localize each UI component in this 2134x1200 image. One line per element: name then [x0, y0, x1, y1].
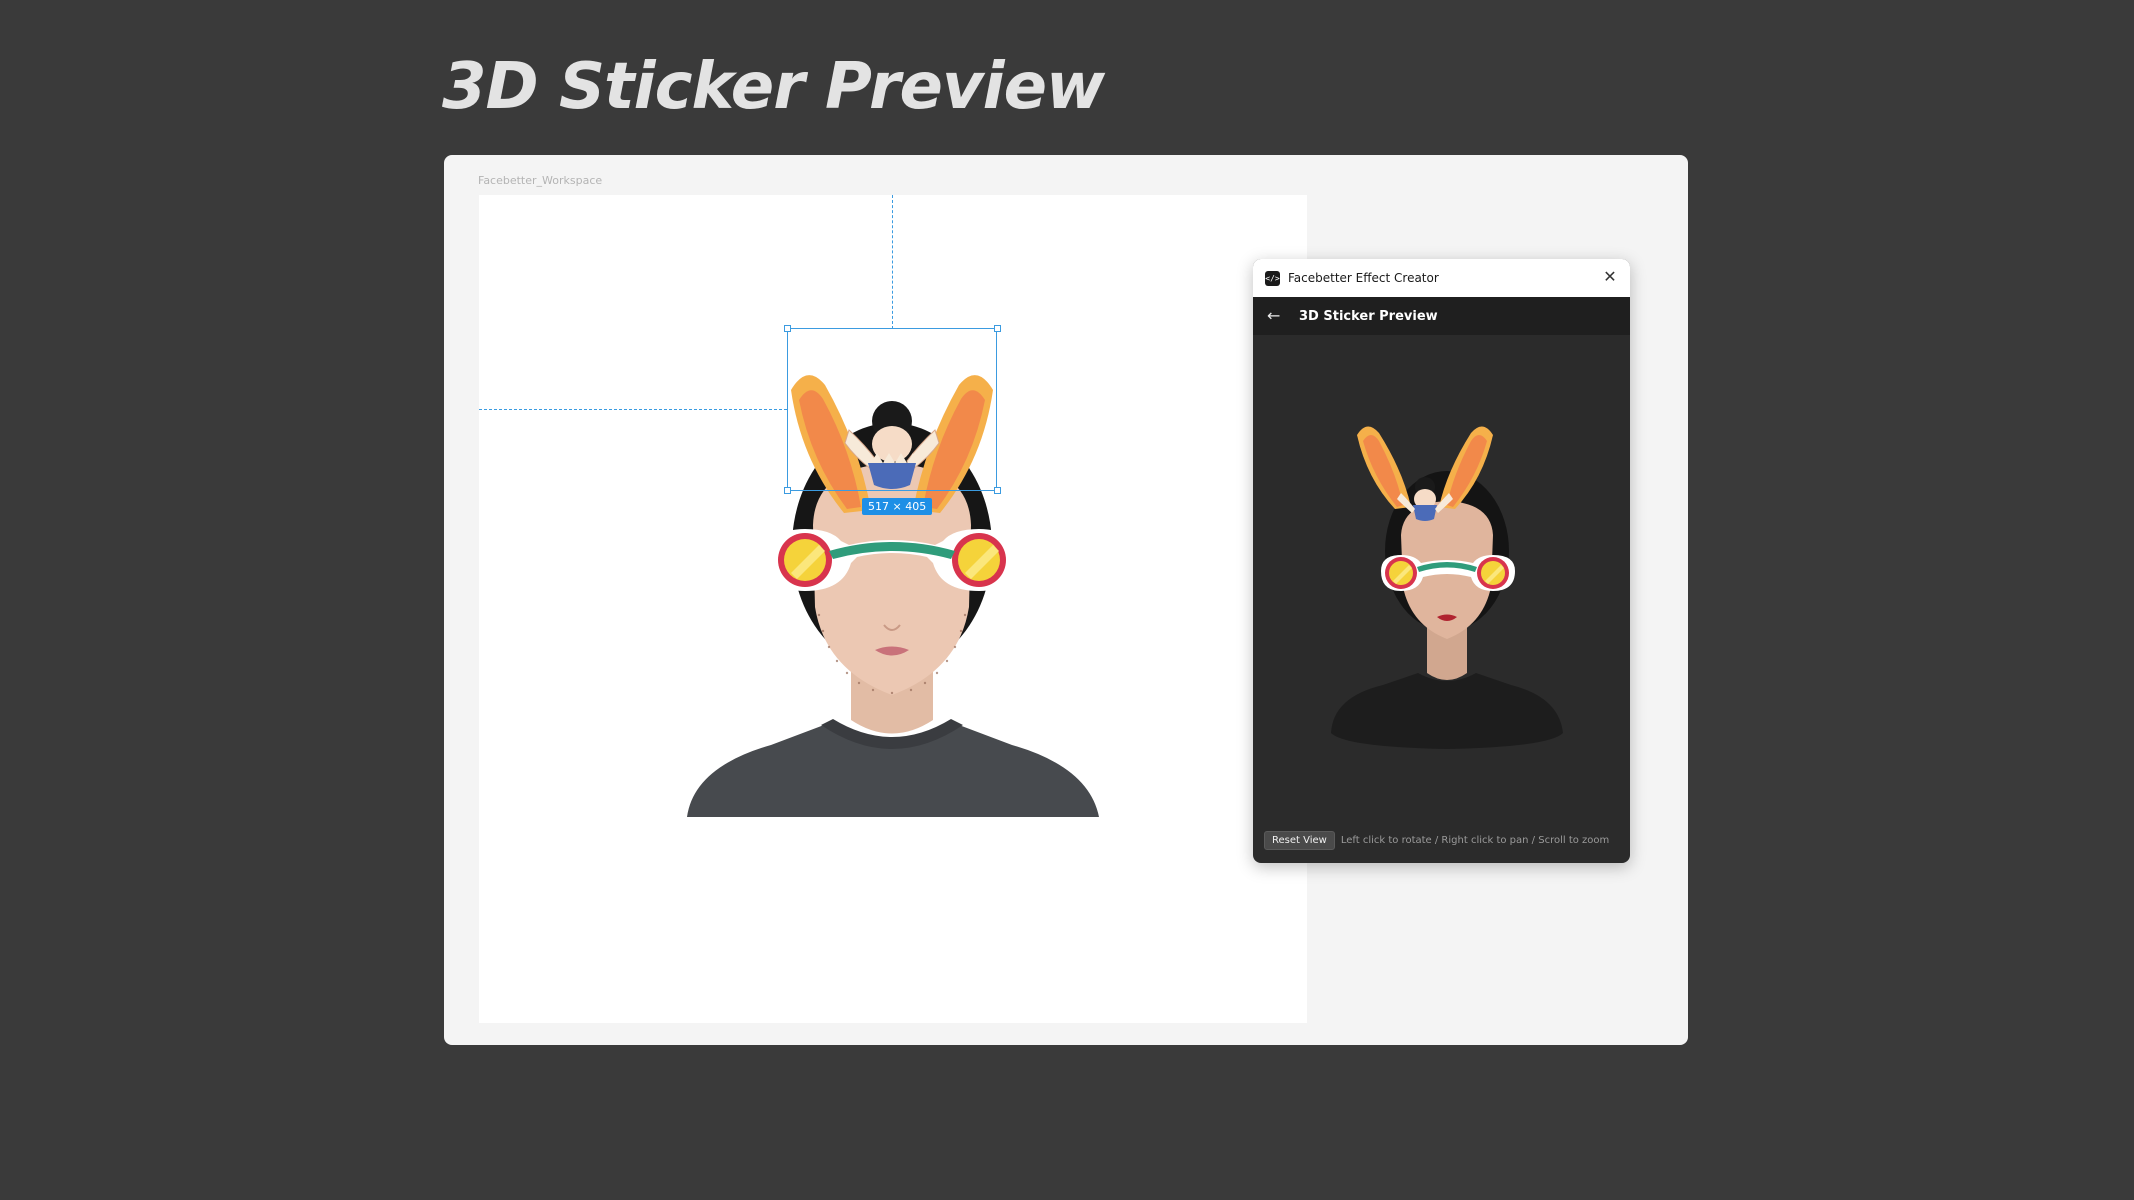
- 3d-avatar-preview: [1331, 426, 1563, 749]
- avatar-shoulders: [1331, 673, 1563, 749]
- reset-view-button[interactable]: Reset View: [1264, 830, 1335, 850]
- effect-creator-panel: </> Facebetter Effect Creator ✕ ← 3D Sti…: [1253, 259, 1630, 863]
- panel-titlebar: </> Facebetter Effect Creator ✕: [1253, 259, 1630, 297]
- frame-label[interactable]: Facebetter_Workspace: [478, 174, 602, 187]
- 3d-preview-viewport[interactable]: [1253, 335, 1630, 821]
- selection-dimensions-badge: 517 × 405: [862, 498, 933, 515]
- resize-handle-bottom-left[interactable]: [784, 487, 791, 494]
- resize-handle-bottom-right[interactable]: [994, 487, 1001, 494]
- code-app-icon: </>: [1265, 270, 1280, 286]
- panel-app-name: Facebetter Effect Creator: [1288, 271, 1439, 285]
- panel-footer: Reset View Left click to rotate / Right …: [1253, 827, 1630, 853]
- horizontal-guide-line: [479, 409, 787, 410]
- page-title: 3D Sticker Preview: [442, 50, 1105, 124]
- selection-box[interactable]: [787, 328, 997, 491]
- panel-heading: 3D Sticker Preview: [1299, 308, 1438, 324]
- panel-header: ← 3D Sticker Preview: [1253, 297, 1630, 335]
- controls-hint: Left click to rotate / Right click to pa…: [1340, 834, 1610, 846]
- back-arrow-icon[interactable]: ←: [1267, 307, 1285, 325]
- design-canvas[interactable]: [479, 195, 1307, 1023]
- resize-handle-top-left[interactable]: [784, 325, 791, 332]
- vertical-guide-line: [892, 195, 893, 329]
- resize-handle-top-right[interactable]: [994, 325, 1001, 332]
- close-icon[interactable]: ✕: [1602, 269, 1618, 285]
- portrait-with-stickers: [687, 375, 1099, 817]
